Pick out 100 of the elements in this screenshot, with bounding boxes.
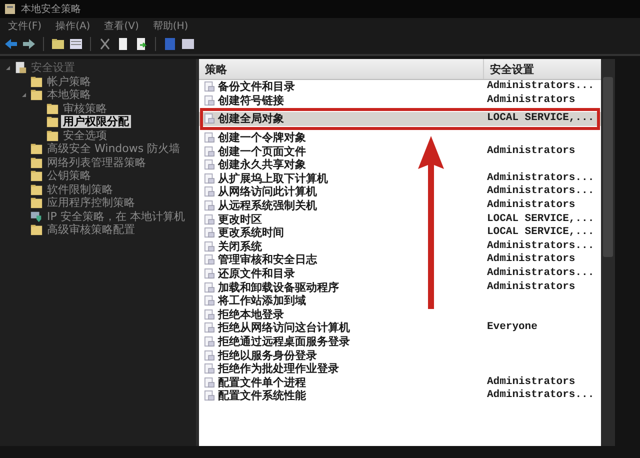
- table-row[interactable]: 将工作站添加到域: [199, 294, 601, 308]
- policy-icon: [204, 336, 215, 347]
- policy-name: 更改系统时间: [218, 226, 284, 240]
- table-row[interactable]: 拒绝通过远程桌面服务登录: [199, 334, 601, 348]
- folder-icon: [30, 142, 43, 156]
- security-setting: Administrators...: [487, 80, 594, 94]
- security-setting: Administrators: [487, 280, 576, 294]
- shield-computer-icon: [30, 210, 43, 223]
- table-row[interactable]: 创建一个页面文件 Administrators: [199, 144, 601, 158]
- policy-name: 创建一个令牌对象: [218, 131, 306, 144]
- tree-item[interactable]: 高级安全 Windows 防火墙: [45, 142, 182, 156]
- policy-icon: [204, 113, 215, 124]
- folder-icon[interactable]: [51, 37, 65, 51]
- menu-item[interactable]: 操作(A): [56, 19, 90, 33]
- table-row[interactable]: 拒绝作为批处理作业登录: [199, 362, 601, 376]
- policy-name: 配置文件系统性能: [218, 389, 306, 402]
- table-row[interactable]: 拒绝本地登录: [199, 308, 601, 322]
- policy-icon: [204, 282, 215, 293]
- policy-name: 关闭系统: [218, 240, 262, 253]
- policy-name: 创建永久共享对象: [218, 158, 306, 172]
- list-icon[interactable]: [69, 37, 83, 51]
- security-setting: Administrators: [487, 199, 576, 212]
- policy-book-icon: [14, 61, 27, 74]
- folder-icon: [30, 223, 43, 236]
- security-setting: Administrators: [487, 253, 576, 266]
- security-setting: Administrators...: [487, 267, 594, 280]
- table-row[interactable]: 拒绝以服务身份登录: [199, 348, 601, 362]
- policy-icon: [204, 186, 215, 198]
- policy-name: 创建全局对象: [218, 112, 284, 126]
- tree-item[interactable]: 本地策略: [45, 88, 93, 102]
- policy-icon: [204, 390, 215, 402]
- policy-icon: [204, 350, 215, 361]
- table-row[interactable]: 从扩展坞上取下计算机 Administrators...: [199, 172, 601, 186]
- policy-name: 创建符号链接: [218, 94, 284, 107]
- document-icon[interactable]: [116, 37, 130, 51]
- tree-item[interactable]: 公钥策略: [45, 169, 93, 182]
- table-row[interactable]: 从远程系统强制关机 Administrators: [199, 198, 601, 212]
- policy-name: 更改时区: [218, 212, 262, 226]
- policy-name: 从网络访问此计算机: [218, 185, 317, 198]
- policy-name: 拒绝作为批处理作业登录: [218, 362, 339, 376]
- policy-icon: [204, 94, 215, 106]
- scrollbar[interactable]: [601, 59, 615, 446]
- policy-name: 加载和卸载设备驱动程序: [218, 280, 339, 294]
- table-row[interactable]: 备份文件和目录 Administrators...: [199, 80, 601, 94]
- policy-name: 拒绝通过远程桌面服务登录: [218, 334, 350, 348]
- tree-item[interactable]: 高级审核策略配置: [45, 223, 137, 236]
- table-row[interactable]: 还原文件和目录 Administrators...: [199, 266, 601, 280]
- table-row[interactable]: 拒绝从网络访问这台计算机 Everyone: [199, 321, 601, 335]
- column-header[interactable]: 策略: [199, 59, 484, 79]
- table-row[interactable]: 加载和卸载设备驱动程序 Administrators: [199, 280, 601, 294]
- table-row[interactable]: 创建永久共享对象: [199, 158, 601, 172]
- tree-item[interactable]: 帐户策略: [45, 74, 93, 88]
- folder-icon: [30, 182, 43, 196]
- policy-icon: [204, 132, 215, 144]
- policy-name: 管理审核和安全日志: [218, 253, 317, 266]
- cut-icon[interactable]: [98, 37, 112, 51]
- table-row[interactable]: 更改时区 LOCAL SERVICE,...: [199, 212, 601, 226]
- menu-item[interactable]: 查看(V): [104, 19, 139, 33]
- policy-icon: [204, 295, 215, 306]
- tree-item[interactable]: 软件限制策略: [45, 182, 115, 196]
- table-row[interactable]: 管理审核和安全日志 Administrators: [199, 253, 601, 267]
- policy-icon: [204, 81, 215, 92]
- policy-name: 配置文件单个进程: [218, 376, 306, 389]
- security-setting: Administrators...: [487, 389, 594, 402]
- table-row[interactable]: 配置文件单个进程 Administrators: [199, 375, 601, 390]
- folder-icon: [46, 115, 59, 128]
- folder-icon: [30, 169, 43, 182]
- tree-item[interactable]: 应用程序控制策略: [45, 196, 137, 210]
- table-row[interactable]: 更改系统时间 LOCAL SERVICE,...: [199, 226, 601, 240]
- expander-icon[interactable]: [4, 64, 12, 71]
- table-row[interactable]: 创建全局对象 LOCAL SERVICE,...: [199, 112, 601, 126]
- export-icon[interactable]: [134, 37, 148, 51]
- policy-name: 从远程系统强制关机: [218, 199, 317, 212]
- menu-item[interactable]: 帮助(H): [152, 19, 188, 33]
- folder-icon: [30, 88, 43, 102]
- column-header[interactable]: 安全设置: [484, 59, 601, 79]
- policy-icon: [204, 146, 215, 157]
- security-setting: Administrators...: [487, 240, 594, 253]
- expander-icon[interactable]: [20, 92, 28, 98]
- back-icon[interactable]: [4, 37, 18, 51]
- tree-item[interactable]: 用户权限分配: [61, 115, 131, 128]
- tree-item[interactable]: 安全选项: [61, 128, 109, 142]
- table-row[interactable]: 从网络访问此计算机 Administrators...: [199, 185, 601, 199]
- properties-icon[interactable]: [181, 37, 195, 51]
- policy-name: 拒绝以服务身份登录: [218, 348, 317, 362]
- security-setting: Administrators...: [487, 172, 594, 185]
- table-row[interactable]: 配置文件系统性能 Administrators...: [199, 389, 601, 403]
- menu-item[interactable]: 文件(F): [8, 19, 42, 33]
- table-row[interactable]: 关闭系统 Administrators...: [199, 240, 601, 254]
- table-row[interactable]: 创建一个令牌对象: [199, 130, 601, 144]
- window-title: 本地安全策略: [21, 2, 81, 16]
- forward-icon[interactable]: [22, 37, 36, 51]
- policy-name: 拒绝从网络访问这台计算机: [218, 321, 350, 334]
- tree-item[interactable]: IP 安全策略，在 本地计算机: [45, 210, 187, 223]
- policy-name: 还原文件和目录: [218, 267, 295, 280]
- policy-name: 从扩展坞上取下计算机: [218, 172, 328, 185]
- table-row[interactable]: 创建符号链接 Administrators: [199, 94, 601, 108]
- tree-item[interactable]: 审核策略: [61, 102, 109, 115]
- tree-item[interactable]: 网络列表管理器策略: [45, 156, 148, 169]
- policy-icon: [204, 308, 215, 320]
